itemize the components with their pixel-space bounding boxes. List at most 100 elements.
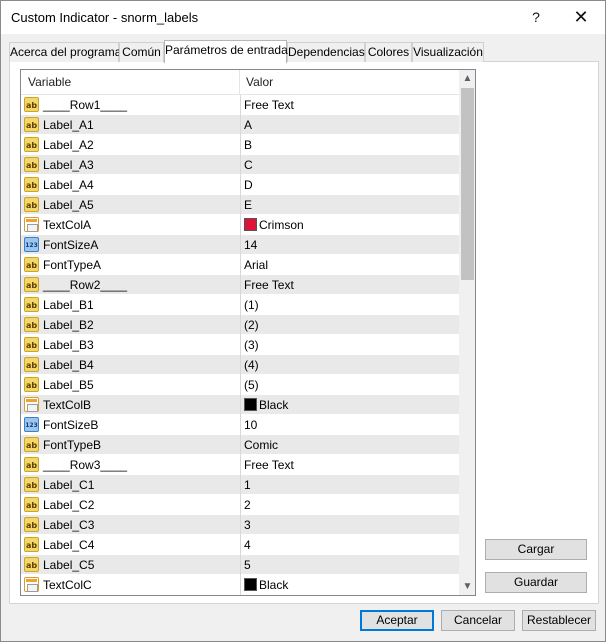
ok-button[interactable]: Aceptar bbox=[360, 610, 434, 631]
scroll-thumb[interactable] bbox=[461, 88, 474, 280]
header-divider[interactable] bbox=[239, 70, 240, 95]
variable-cell[interactable]: ab FontTypeA bbox=[21, 255, 239, 275]
variable-cell[interactable]: TextColB bbox=[21, 395, 239, 415]
table-row[interactable]: 123 FontSizeB 10 bbox=[21, 415, 459, 435]
variable-cell[interactable]: ab Label_C3 bbox=[21, 515, 239, 535]
load-button[interactable]: Cargar bbox=[485, 539, 587, 560]
value-cell[interactable]: 4 bbox=[240, 535, 459, 555]
table-row[interactable]: ab Label_C3 3 bbox=[21, 515, 459, 535]
table-row[interactable]: ab Label_A1 A bbox=[21, 115, 459, 135]
table-row[interactable]: ab Label_C4 4 bbox=[21, 535, 459, 555]
value-cell[interactable]: 1 bbox=[240, 475, 459, 495]
value-cell[interactable]: E bbox=[240, 195, 459, 215]
header-value[interactable]: Valor bbox=[246, 70, 273, 95]
cancel-button[interactable]: Cancelar bbox=[441, 610, 515, 631]
value-cell[interactable]: C bbox=[240, 155, 459, 175]
value-cell[interactable]: Crimson bbox=[240, 215, 459, 235]
variable-cell[interactable]: ab Label_B4 bbox=[21, 355, 239, 375]
reset-button[interactable]: Restablecer bbox=[522, 610, 596, 631]
variable-cell[interactable]: 123 FontSizeA bbox=[21, 235, 239, 255]
vertical-scrollbar[interactable]: ▲ ▼ bbox=[459, 70, 475, 595]
value-cell[interactable]: (5) bbox=[240, 375, 459, 395]
color-swatch[interactable] bbox=[244, 398, 257, 411]
table-row[interactable]: ab FontTypeB Comic bbox=[21, 435, 459, 455]
tab-acerca[interactable]: Acerca del programa bbox=[9, 42, 121, 62]
variable-cell[interactable]: ab FontTypeB bbox=[21, 435, 239, 455]
table-row[interactable]: ab Label_B5 (5) bbox=[21, 375, 459, 395]
value-cell[interactable]: D bbox=[240, 175, 459, 195]
variable-cell[interactable]: ab Label_A5 bbox=[21, 195, 239, 215]
table-row[interactable]: ab Label_A3 C bbox=[21, 155, 459, 175]
color-swatch[interactable] bbox=[244, 218, 257, 231]
value-cell[interactable]: Free Text bbox=[240, 455, 459, 475]
table-row[interactable]: TextColC Black bbox=[21, 575, 459, 595]
value-cell[interactable]: (1) bbox=[240, 295, 459, 315]
variable-cell[interactable]: ab Label_A2 bbox=[21, 135, 239, 155]
variable-cell[interactable]: ab Label_B3 bbox=[21, 335, 239, 355]
value-cell[interactable]: 5 bbox=[240, 555, 459, 575]
parameters-grid[interactable]: Variable Valor ab ____Row1____ Free Text ab… bbox=[20, 69, 476, 596]
variable-cell[interactable]: ab Label_A1 bbox=[21, 115, 239, 135]
value-cell[interactable]: B bbox=[240, 135, 459, 155]
value-cell[interactable]: 2 bbox=[240, 495, 459, 515]
table-row[interactable]: ab ____Row1____ Free Text bbox=[21, 95, 459, 115]
value-cell[interactable]: 10 bbox=[240, 415, 459, 435]
tab-parametros[interactable]: Parámetros de entrada bbox=[164, 40, 288, 63]
table-row[interactable]: ab Label_C1 1 bbox=[21, 475, 459, 495]
table-row[interactable]: ab FontTypeA Arial bbox=[21, 255, 459, 275]
variable-cell[interactable]: ab Label_A4 bbox=[21, 175, 239, 195]
table-row[interactable]: ab Label_A4 D bbox=[21, 175, 459, 195]
scroll-down-icon[interactable]: ▼ bbox=[459, 578, 475, 595]
table-row[interactable]: ab Label_C2 2 bbox=[21, 495, 459, 515]
variable-cell[interactable]: ab Label_B5 bbox=[21, 375, 239, 395]
variable-cell[interactable]: 123 FontSizeB bbox=[21, 415, 239, 435]
table-row[interactable]: ab Label_A2 B bbox=[21, 135, 459, 155]
table-row[interactable]: ab Label_C5 5 bbox=[21, 555, 459, 575]
table-row[interactable]: ab Label_A5 E bbox=[21, 195, 459, 215]
variable-cell[interactable]: ab ____Row2____ bbox=[21, 275, 239, 295]
value-cell[interactable]: Comic bbox=[240, 435, 459, 455]
string-type-icon: ab bbox=[24, 317, 39, 332]
variable-cell[interactable]: TextColA bbox=[21, 215, 239, 235]
tab-visualizacion[interactable]: Visualización bbox=[412, 42, 484, 62]
variable-cell[interactable]: ab Label_C2 bbox=[21, 495, 239, 515]
help-button[interactable]: ? bbox=[513, 1, 559, 34]
value-cell[interactable]: Arial bbox=[240, 255, 459, 275]
save-button[interactable]: Guardar bbox=[485, 572, 587, 593]
value-cell[interactable]: (3) bbox=[240, 335, 459, 355]
table-row[interactable]: ab Label_B2 (2) bbox=[21, 315, 459, 335]
table-row[interactable]: ab Label_B4 (4) bbox=[21, 355, 459, 375]
variable-cell[interactable]: ab Label_B1 bbox=[21, 295, 239, 315]
value-cell[interactable]: 3 bbox=[240, 515, 459, 535]
value-cell[interactable]: Black bbox=[240, 575, 459, 595]
variable-cell[interactable]: ab Label_A3 bbox=[21, 155, 239, 175]
color-swatch[interactable] bbox=[244, 578, 257, 591]
close-button[interactable]: ✕ bbox=[558, 1, 604, 34]
value-cell[interactable]: Black bbox=[240, 395, 459, 415]
variable-cell[interactable]: ab Label_C1 bbox=[21, 475, 239, 495]
tab-colores[interactable]: Colores bbox=[365, 42, 412, 62]
table-row[interactable]: ab ____Row3____ Free Text bbox=[21, 455, 459, 475]
value-cell[interactable]: Free Text bbox=[240, 95, 459, 115]
variable-cell[interactable]: ab Label_B2 bbox=[21, 315, 239, 335]
value-cell[interactable]: (4) bbox=[240, 355, 459, 375]
value-cell[interactable]: Free Text bbox=[240, 275, 459, 295]
variable-cell[interactable]: ab Label_C5 bbox=[21, 555, 239, 575]
tab-comun[interactable]: Común bbox=[119, 42, 164, 62]
table-row[interactable]: ab Label_B1 (1) bbox=[21, 295, 459, 315]
table-row[interactable]: 123 FontSizeA 14 bbox=[21, 235, 459, 255]
tab-dependencias[interactable]: Dependencias bbox=[287, 42, 365, 62]
header-variable[interactable]: Variable bbox=[28, 70, 71, 95]
variable-cell[interactable]: ab Label_C4 bbox=[21, 535, 239, 555]
variable-cell[interactable]: TextColC bbox=[21, 575, 239, 595]
table-row[interactable]: TextColB Black bbox=[21, 395, 459, 415]
scroll-up-icon[interactable]: ▲ bbox=[459, 70, 475, 87]
value-cell[interactable]: 14 bbox=[240, 235, 459, 255]
value-cell[interactable]: (2) bbox=[240, 315, 459, 335]
variable-cell[interactable]: ab ____Row3____ bbox=[21, 455, 239, 475]
variable-cell[interactable]: ab ____Row1____ bbox=[21, 95, 239, 115]
table-row[interactable]: ab ____Row2____ Free Text bbox=[21, 275, 459, 295]
table-row[interactable]: TextColA Crimson bbox=[21, 215, 459, 235]
value-cell[interactable]: A bbox=[240, 115, 459, 135]
table-row[interactable]: ab Label_B3 (3) bbox=[21, 335, 459, 355]
